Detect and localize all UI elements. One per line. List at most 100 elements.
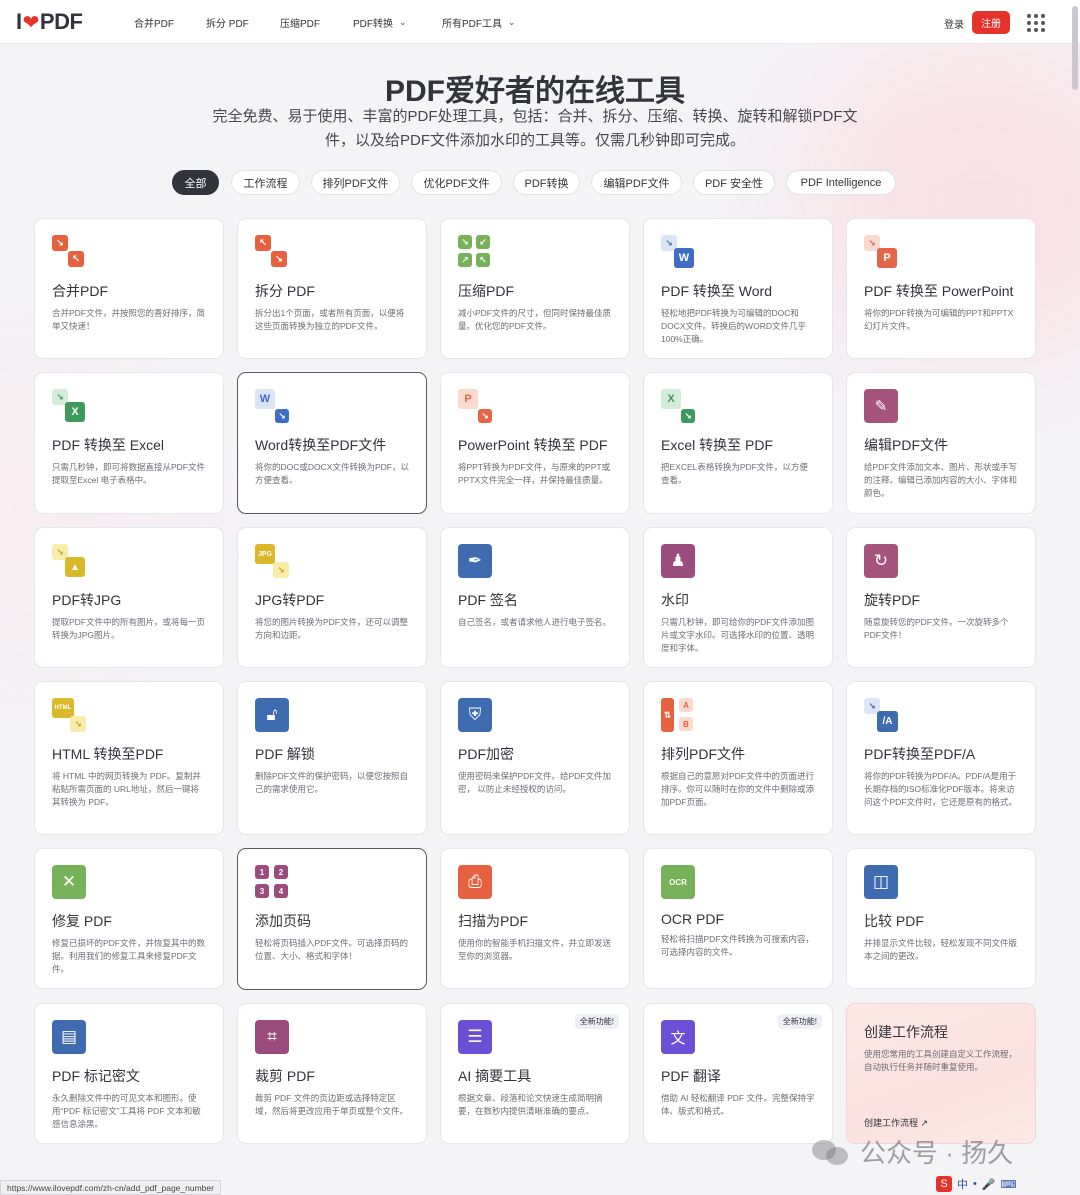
create-workflow-link[interactable]: 创建工作流程 ↗	[864, 1116, 928, 1129]
jpg-to-pdf-icon: JPG ↘	[255, 544, 289, 578]
page-scrollbar[interactable]	[1072, 6, 1078, 90]
ai-summarizer-icon: ☰	[458, 1020, 492, 1054]
page-subtitle: 完全免费、易于使用、丰富的PDF处理工具，包括：合并、拆分、压缩、转换、旋转和解…	[212, 108, 858, 149]
chevron-down-icon: ⌄	[508, 16, 516, 27]
sign-pdf-icon: ✒	[458, 544, 492, 578]
tool-description: 并排显示文件比较，轻松发现不同文件版本之间的更改。	[864, 938, 1018, 961]
tool-card-organize-pdf[interactable]: ⇅ A B 排列PDF文件 根据自己的意愿对PDF文件中的页面进行排序。你可以随…	[643, 681, 833, 835]
tool-description: 使用密码来保护PDF文件。给PDF文件加密， 以防止未经授权的访问。	[458, 771, 612, 794]
filter-pdf-intelligence[interactable]: PDF Intelligence	[786, 170, 896, 195]
tool-title: PDF转JPG	[52, 592, 122, 608]
tool-card-scan-to-pdf[interactable]: ⎙ 扫描为PDF 使用你的智能手机扫描文件，并立即发送至你的浏览器。	[440, 848, 630, 989]
tool-title: Word转换至PDF文件	[255, 437, 387, 453]
tool-card-pdf-to-powerpoint[interactable]: ↘ P PDF 转换至 PowerPoint 将你的PDF转换为可编辑的PPT和…	[846, 218, 1036, 359]
tool-title: HTML 转换至PDF	[52, 746, 164, 762]
tool-card-excel-to-pdf[interactable]: X ↘ Excel 转换至 PDF 把EXCEL表格转换为PDF文件，以方便查看…	[643, 372, 833, 514]
status-bar-url: https://www.ilovepdf.com/zh-cn/add_pdf_p…	[0, 1180, 221, 1195]
ilovepdf-logo[interactable]: I ❤ PDF	[16, 9, 83, 35]
filter-security[interactable]: PDF 安全性	[693, 170, 775, 195]
filter-convert[interactable]: PDF转换	[513, 170, 580, 195]
tool-title: PDF 翻译	[661, 1068, 721, 1084]
html-to-pdf-icon: HTML ↘	[52, 698, 86, 732]
nav-label: PDF转换	[353, 18, 393, 30]
tool-card-crop-pdf[interactable]: ⌗ 裁剪 PDF 裁剪 PDF 文件的页边距或选择特定区域，然后将更改应用于单页…	[237, 1003, 427, 1144]
tool-description: 提取PDF文件中的所有图片，或将每一页转换为JPG图片。	[52, 617, 206, 640]
tool-card-powerpoint-to-pdf[interactable]: P ↘ PowerPoint 转换至 PDF 将PPT转换为PDF文件，与原来的…	[440, 372, 630, 514]
tool-card-merge-pdf[interactable]: ↘ ↖ 合并PDF 合并PDF文件，并按照您的喜好排序，简单又快速！	[34, 218, 224, 359]
tool-card-jpg-to-pdf[interactable]: JPG ↘ JPG转PDF 将您的图片转换为PDF文件，还可以调整方向和边距。	[237, 527, 427, 668]
pdf-to-powerpoint-icon: ↘ P	[864, 235, 898, 269]
tool-card-split-pdf[interactable]: ↖ ↘ 拆分 PDF 拆分出1个页面，或者所有页面，以便将这些页面转换为独立的P…	[237, 218, 427, 359]
tool-card-repair-pdf[interactable]: ✕ 修复 PDF 修复已损坏的PDF文件，并恢复其中的数据。利用我们的修复工具来…	[34, 848, 224, 989]
tool-card-watermark[interactable]: ♟ 水印 只需几秒钟，即可给你的PDF文件添加图片或文字水印。可选择水印的位置、…	[643, 527, 833, 668]
filter-all[interactable]: 全部	[172, 170, 219, 195]
compress-icon: ↘ ↙ ↗ ↖	[458, 235, 492, 269]
pdf-to-word-icon: ↘ W	[661, 235, 695, 269]
keyboard-icon[interactable]: ⌨	[1001, 1178, 1017, 1191]
tool-card-unlock-pdf[interactable]: 🔓︎ PDF 解锁 删除PDF文件的保护密码，以便您按照自己的需求使用它。	[237, 681, 427, 835]
nav-label: 所有PDF工具	[442, 18, 502, 30]
tool-card-redact-pdf[interactable]: ▤ PDF 标记密文 永久删除文件中的可见文本和图形。使用“PDF 标记密文”工…	[34, 1003, 224, 1144]
tool-card-rotate-pdf[interactable]: ↻ 旋转PDF 随意旋转您的PDF文件。一次旋转多个PDF文件！	[846, 527, 1036, 668]
tool-description: 轻松将扫描PDF文件转换为可搜索内容，可选择内容的文件。	[661, 934, 815, 957]
tool-card-pdf-to-jpg[interactable]: ↘ ▲ PDF转JPG 提取PDF文件中的所有图片，或将每一页转换为JPG图片。	[34, 527, 224, 668]
tool-card-ocr-pdf[interactable]: OCR OCR PDF 轻松将扫描PDF文件转换为可搜索内容，可选择内容的文件。	[643, 848, 833, 989]
filter-optimize[interactable]: 优化PDF文件	[411, 170, 502, 195]
tool-card-edit-pdf[interactable]: ✎ 编辑PDF文件 给PDF文件添加文本、图片、形状或手写的注释。编辑已添加内容…	[846, 372, 1036, 514]
tool-card-html-to-pdf[interactable]: HTML ↘ HTML 转换至PDF 将 HTML 中的网页转换为 PDF。复制…	[34, 681, 224, 835]
tool-card-pdf-to-excel[interactable]: ↘ X PDF 转换至 Excel 只需几秒钟，即可将数据直接从PDF文件提取至…	[34, 372, 224, 514]
signup-button[interactable]: 注册	[972, 11, 1010, 34]
merge-icon: ↘ ↖	[52, 235, 86, 269]
powerpoint-to-pdf-icon: P ↘	[458, 389, 492, 423]
filter-organize[interactable]: 排列PDF文件	[311, 170, 400, 195]
tool-description: 自己签名，或者请求他人进行电子签名。	[458, 617, 612, 627]
tool-title: PDF 转换至 PowerPoint	[864, 283, 1014, 299]
tool-title: 裁剪 PDF	[255, 1068, 315, 1084]
tool-card-compare-pdf[interactable]: ◫ 比较 PDF 并排显示文件比较，轻松发现不同文件版本之间的更改。	[846, 848, 1036, 989]
tool-card-pdf-to-word[interactable]: ↘ W PDF 转换至 Word 轻松地把PDF转换为可编辑的DOC和DOCX文…	[643, 218, 833, 359]
apps-menu-icon[interactable]	[1027, 14, 1045, 32]
nav-label: 压缩PDF	[280, 18, 320, 30]
filter-edit[interactable]: 编辑PDF文件	[591, 170, 682, 195]
tool-card-ai-summarizer[interactable]: 全新功能! ☰ AI 摘要工具 根据文章、段落和论文快速生成简明摘要，在数秒内提…	[440, 1003, 630, 1144]
tool-card-pdf-to-pdfa[interactable]: ↘ /A PDF转换至PDF/A 将你的PDF转换为PDF/A。PDF/A是用于…	[846, 681, 1036, 835]
punctuation-indicator[interactable]: •	[973, 1178, 977, 1190]
nav-convert-pdf-dropdown[interactable]: PDF转换 ⌄	[353, 15, 407, 30]
workflow-description: 使用您常用的工具创建自定义工作流程，自动执行任务并随时重复使用。	[864, 1049, 1018, 1072]
tool-card-sign-pdf[interactable]: ✒ PDF 签名 自己签名，或者请求他人进行电子签名。	[440, 527, 630, 668]
tool-title: 扫描为PDF	[458, 913, 528, 929]
sogou-ime-icon[interactable]: S	[936, 1176, 952, 1192]
tool-card-translate-pdf[interactable]: 全新功能! 文 PDF 翻译 借助 AI 轻松翻译 PDF 文件。完整保持字体、…	[643, 1003, 833, 1144]
excel-to-pdf-icon: X ↘	[661, 389, 695, 423]
redact-icon: ▤	[52, 1020, 86, 1054]
wechat-watermark: 公众号 · 扬久	[812, 1133, 1013, 1170]
tool-card-compress-pdf[interactable]: ↘ ↙ ↗ ↖ 压缩PDF 减小PDF文件的尺寸，但同时保持最佳质量。优化您的P…	[440, 218, 630, 359]
create-workflow-card[interactable]: 创建工作流程 使用您常用的工具创建自定义工作流程，自动执行任务并随时重复使用。 …	[846, 1003, 1036, 1144]
nav-compress-pdf[interactable]: 压缩PDF	[280, 15, 320, 30]
nav-merge-pdf[interactable]: 合并PDF	[134, 15, 174, 30]
tool-card-protect-pdf[interactable]: ⛨ PDF加密 使用密码来保护PDF文件。给PDF文件加密， 以防止未经授权的访…	[440, 681, 630, 835]
filter-workflows[interactable]: 工作流程	[231, 170, 300, 195]
chevron-down-icon: ⌄	[399, 16, 407, 27]
nav-all-tools-dropdown[interactable]: 所有PDF工具 ⌄	[442, 15, 516, 30]
tool-title: 添加页码	[255, 913, 311, 929]
tool-card-add-page-numbers[interactable]: 1 2 3 4 添加页码 轻松将页码插入PDF文件。可选择页码的位置、大小、格式…	[237, 848, 427, 990]
tool-description: 使用你的智能手机扫描文件，并立即发送至你的浏览器。	[458, 938, 612, 961]
tool-title: JPG转PDF	[255, 592, 325, 608]
nav-split-pdf[interactable]: 拆分 PDF	[206, 15, 249, 30]
tool-description: 永久删除文件中的可见文本和图形。使用“PDF 标记密文”工具将 PDF 文本和敏…	[52, 1093, 201, 1129]
tool-description: 随意旋转您的PDF文件。一次旋转多个PDF文件！	[864, 617, 1009, 640]
tool-card-word-to-pdf[interactable]: W ↘ Word转换至PDF文件 将你的DOC或DOCX文件转换为PDF，以方便…	[237, 372, 427, 514]
tool-description: 将您的图片转换为PDF文件，还可以调整方向和边距。	[255, 617, 409, 640]
tool-description: 合并PDF文件，并按照您的喜好排序，简单又快速！	[52, 308, 206, 331]
compare-icon: ◫	[864, 865, 898, 899]
tool-title: 水印	[661, 592, 689, 608]
page-numbers-icon: 1 2 3 4	[255, 865, 289, 899]
ime-mode-label[interactable]: 中	[957, 1176, 968, 1192]
login-link[interactable]: 登录	[944, 16, 964, 31]
split-icon: ↖ ↘	[255, 235, 289, 269]
microphone-icon[interactable]: 🎤	[982, 1178, 996, 1191]
tool-description: 将你的PDF转换为可编辑的PPT和PPTX幻灯片文件。	[864, 308, 1014, 331]
tool-title: PDF 签名	[458, 592, 518, 608]
tool-description: 把EXCEL表格转换为PDF文件，以方便查看。	[661, 462, 808, 485]
